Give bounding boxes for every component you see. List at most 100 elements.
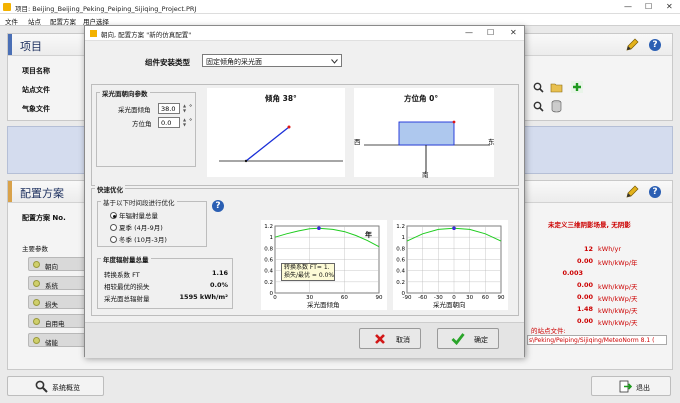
ok-button[interactable]: 确定 <box>437 328 499 349</box>
exit-icon <box>619 380 632 393</box>
help-icon-2[interactable]: ? <box>649 186 661 198</box>
y-tick-label: 0.2 <box>264 280 273 286</box>
azimuth-chart-svg: 00.20.40.60.811.2-90 -60 -30 0 30 60 90 <box>396 224 505 301</box>
project-name-label: 项目名称 <box>22 67 50 75</box>
x-tick-label: 60 <box>341 295 348 301</box>
tilt-optimization-chart: 0 0.2 0.4 0.6 0.8 1 1.2 0 30 60 90 年 采光面倾角 转换系数 FT… <box>261 220 387 310</box>
result-unit: kWh/kWp/天 <box>598 319 638 327</box>
irradiation-group: 年度辐射量总量 转换系数 FT 1.16 相较最优的损失 0.0% 采光面总辐射… <box>97 254 233 309</box>
y-tick-label: 1 <box>270 235 274 241</box>
optimum-marker <box>452 226 456 231</box>
site-file-caption: 的站点文件: <box>531 327 566 335</box>
folder-icon[interactable] <box>550 82 563 93</box>
radio-winter-button[interactable] <box>110 236 117 243</box>
x-tick-label: 90 <box>498 295 505 301</box>
menu-file[interactable]: 文件 <box>5 16 18 26</box>
y-tick-label: 0.4 <box>396 269 405 275</box>
azimuth-input[interactable] <box>158 117 180 128</box>
azimuth-spinner[interactable]: ▲ ▼ <box>181 117 188 128</box>
side-item-self-consumption[interactable]: 自用电 <box>28 314 90 328</box>
azimuth-optimization-chart: 0 0.2 0.4 0.6 0.8 1 1.2 -90 -60 -30 0 30 60 90 采光面朝向 <box>393 220 508 310</box>
y-tick-label: 0.6 <box>396 258 405 264</box>
radio-winter[interactable]: 冬季 (10月-3月) <box>110 234 167 244</box>
tilt-spinner[interactable]: ▲ ▼ <box>181 103 188 114</box>
radio-summer-button[interactable] <box>110 224 117 231</box>
menu-config[interactable]: 配置方案 <box>50 16 76 26</box>
exit-button[interactable]: 退出 <box>591 376 671 396</box>
dialog-maximize-button[interactable]: ☐ <box>487 28 494 38</box>
result-value: 0.00 <box>576 317 593 325</box>
radio-yearly[interactable]: 年辐射量总量 <box>110 210 158 220</box>
y-tick-label: 1 <box>402 235 406 241</box>
main-titlebar: 项目: Beijing_Beijing_Peking_Peiping_Sijiq… <box>0 0 680 14</box>
dialog-minimize-button[interactable]: — <box>465 28 473 38</box>
orientation-params-group: 采光面朝向参数 采光面倾角 ▲▼ ° 方位角 ▲▼ ° <box>96 88 196 167</box>
cancel-button[interactable]: 取消 <box>359 328 421 349</box>
y-tick-label: 1.2 <box>396 224 405 230</box>
tilt-diagram: 倾角 38° <box>207 88 345 177</box>
result-value: 0.00 <box>576 281 593 289</box>
shading-status: 未定义三维阴影场景, 无阴影 <box>548 221 631 229</box>
azimuth-deg: ° <box>189 117 193 125</box>
close-button[interactable]: ✕ <box>666 2 673 12</box>
result-unit: kWh/kWp/天 <box>598 295 638 303</box>
radio-yearly-button[interactable] <box>110 212 117 219</box>
search-icon-3 <box>35 380 48 393</box>
side-item-orientation[interactable]: 朝向 <box>28 257 90 271</box>
quick-opt-help-icon[interactable]: ? <box>212 200 224 212</box>
chart1-corner-label: 年 <box>365 231 372 239</box>
result-value: 0.00 <box>576 293 593 301</box>
help-icon[interactable]: ? <box>649 39 661 51</box>
x-tick-label: -60 <box>418 295 427 301</box>
app-icon <box>3 3 11 11</box>
maximize-button[interactable]: ☐ <box>645 2 652 12</box>
series-line <box>274 227 380 248</box>
south-label: 南 <box>422 171 429 179</box>
add-icon[interactable] <box>571 81 583 93</box>
edit-pencil-icon-2[interactable] <box>625 185 639 199</box>
transpos-label: 转换系数 FT <box>104 271 140 279</box>
result-value: 1.48 <box>576 305 593 313</box>
loss-value: 0.0% <box>209 281 228 289</box>
search-icon-2[interactable] <box>533 101 544 112</box>
azimuth-diagram-svg <box>364 120 490 172</box>
install-type-label: 组件安装类型 <box>145 58 190 67</box>
side-item-storage[interactable]: 储能 <box>28 333 90 347</box>
install-type-select[interactable]: 固定倾角的采光面 <box>202 54 342 67</box>
database-icon[interactable] <box>551 100 562 113</box>
config-number-label: 配置方案 No. <box>22 214 66 222</box>
side-item-system[interactable]: 系统 <box>28 276 90 290</box>
x-tick-label: -90 <box>403 295 412 301</box>
cancel-x-icon <box>375 334 385 344</box>
result-unit: kWh/yr <box>598 245 622 253</box>
x-tick-label: 60 <box>482 295 489 301</box>
menu-site[interactable]: 站点 <box>28 16 41 26</box>
opt-basis-title: 基于以下时间段进行优化 <box>101 197 177 207</box>
tilt-diagram-svg <box>219 125 343 163</box>
tilt-label: 采光面倾角 <box>118 106 151 114</box>
checkmark-icon <box>451 333 465 345</box>
irradiation-title: 年度辐射量总量 <box>101 254 151 264</box>
meteo-file-label: 气象文件 <box>22 105 50 113</box>
minimize-button[interactable]: — <box>624 2 632 12</box>
config-panel-title: 配置方案 <box>20 187 64 200</box>
edit-pencil-icon[interactable] <box>625 38 639 52</box>
dialog-close-button[interactable]: ✕ <box>510 28 517 38</box>
side-item-losses[interactable]: 损失 <box>28 295 90 309</box>
search-icon[interactable] <box>533 82 544 93</box>
optimum-marker <box>317 226 321 231</box>
y-tick-label: 0.4 <box>264 269 273 275</box>
y-tick-label: 0.6 <box>264 258 273 264</box>
radio-summer[interactable]: 夏季 (4月-9月) <box>110 222 163 232</box>
orientation-dialog: 朝向, 配置方案 "新的仿真配置" — ☐ ✕ 组件安装类型 固定倾角的采光面 … <box>84 25 525 358</box>
tilt-input[interactable] <box>158 103 180 114</box>
tilt-deg: ° <box>189 103 193 111</box>
site-file-label: 站点文件 <box>22 86 50 94</box>
x-tick-label: 90 <box>376 295 383 301</box>
system-overview-button[interactable]: 系统概览 <box>7 376 104 396</box>
window-title: 项目: Beijing_Beijing_Peking_Peiping_Sijiq… <box>15 5 197 13</box>
result-unit: kWh/kWp/年 <box>598 259 638 267</box>
main-params-label: 主要参数 <box>22 245 48 253</box>
x-tick-label: 30 <box>466 295 473 301</box>
azimuth-diagram: 方位角 0° 西 东 南 <box>354 88 495 179</box>
